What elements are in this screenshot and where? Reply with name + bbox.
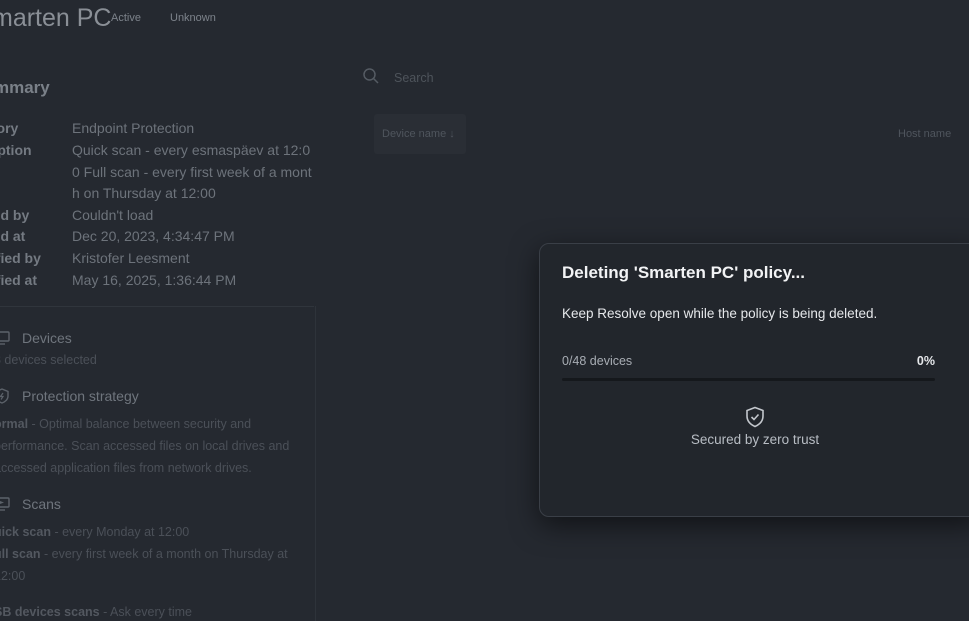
scan-full-text: - every first week of a month on Thursda… bbox=[0, 547, 288, 583]
search-box[interactable] bbox=[354, 60, 594, 92]
delete-progress-dialog: Deleting 'Smarten PC' policy... Keep Res… bbox=[539, 243, 969, 517]
scan-full-label: ull scan bbox=[0, 547, 41, 561]
field-label: lified by bbox=[0, 250, 41, 266]
field-label: gory bbox=[0, 120, 19, 136]
monitor-icon bbox=[0, 331, 10, 345]
search-input[interactable] bbox=[392, 67, 576, 89]
scan-quick-text: - every Monday at 12:00 bbox=[50, 525, 190, 539]
field-value: May 16, 2025, 1:36:44 PM bbox=[72, 272, 237, 288]
scan-monitor-icon bbox=[0, 497, 10, 511]
protection-title: Protection strategy bbox=[22, 388, 139, 404]
search-icon bbox=[363, 68, 379, 84]
scan-full: ull scan - every first week of a month o… bbox=[0, 543, 294, 587]
scan-quick-label: uick scan bbox=[0, 525, 51, 539]
field-label: ted at bbox=[0, 228, 26, 244]
scans-title: Scans bbox=[22, 496, 61, 512]
field-value: Endpoint Protection bbox=[72, 120, 195, 136]
summary-heading: mmary bbox=[0, 78, 50, 97]
devices-title: Devices bbox=[22, 330, 72, 346]
scan-usb: SB devices scans - Ask every time bbox=[0, 601, 294, 621]
field-label: ription bbox=[0, 142, 32, 158]
protection-mode: ormal bbox=[0, 417, 29, 431]
scan-usb-label: SB devices scans bbox=[0, 605, 100, 619]
panel-divider bbox=[315, 306, 316, 621]
app-page: marten PC Active Unknown mmary gory Endp… bbox=[0, 0, 969, 621]
field-value: Kristofer Leesment bbox=[72, 250, 190, 266]
shield-check-icon bbox=[746, 406, 764, 428]
column-header-device-name[interactable]: Device name ↓ bbox=[374, 114, 466, 154]
protection-description: ormal - Optimal balance between security… bbox=[0, 413, 294, 479]
policy-header: marten PC Active Unknown bbox=[0, 0, 969, 44]
progress-bar bbox=[562, 378, 935, 381]
protection-text: - Optimal balance between security and p… bbox=[0, 417, 290, 475]
progress-percent: 0% bbox=[916, 354, 935, 368]
scan-usb-text: - Ask every time bbox=[99, 605, 193, 619]
field-label: lified at bbox=[0, 272, 38, 288]
field-label: ted by bbox=[0, 207, 30, 223]
summary-divider bbox=[0, 306, 314, 307]
field-value: Couldn't load bbox=[72, 207, 154, 223]
column-header-host-name[interactable]: Host name bbox=[898, 128, 951, 140]
summary-panel: mmary gory Endpoint Protection ription Q… bbox=[0, 70, 316, 621]
field-value: Dec 20, 2023, 4:34:47 PM bbox=[72, 228, 235, 244]
scan-quick: uick scan - every Monday at 12:00 bbox=[0, 521, 294, 543]
page-title: marten PC bbox=[0, 4, 112, 32]
secured-by-text: Secured by zero trust bbox=[690, 432, 820, 447]
field-value: Quick scan - every esmaspäev at 12:00 Fu… bbox=[72, 142, 312, 201]
dialog-message: Keep Resolve open while the policy is be… bbox=[562, 306, 878, 321]
dialog-title: Deleting 'Smarten PC' policy... bbox=[562, 263, 805, 282]
devices-subtitle: 8 devices selected bbox=[0, 353, 97, 367]
shield-icon bbox=[0, 388, 9, 404]
status-badge: Active bbox=[111, 12, 141, 24]
tag-badge: Unknown bbox=[170, 12, 216, 24]
progress-label: 0/48 devices bbox=[562, 354, 633, 368]
column-device-label: Device name ↓ bbox=[382, 128, 455, 140]
